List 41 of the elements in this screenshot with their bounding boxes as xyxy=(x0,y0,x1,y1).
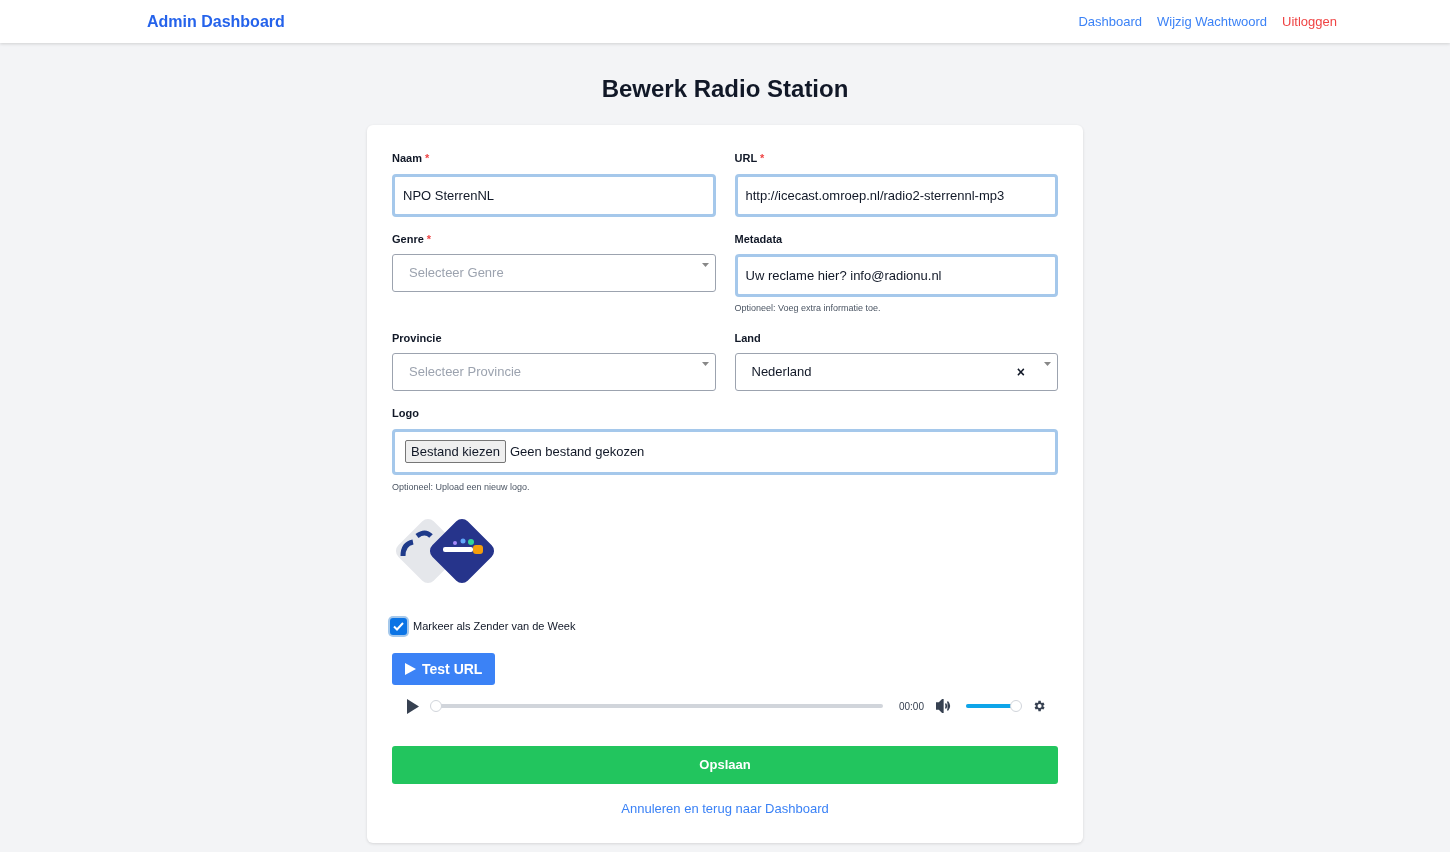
help-text: Optioneel: Upload een nieuw logo. xyxy=(392,480,531,494)
checkmark-icon xyxy=(393,622,404,631)
nav-link[interactable]: Uitloggen xyxy=(1282,11,1337,32)
select-field[interactable]: Selecteer Provincie xyxy=(392,353,716,391)
field-label: Naam xyxy=(392,151,422,166)
nav-link[interactable]: Wijzig Wachtwoord xyxy=(1157,11,1268,32)
test-url-button[interactable]: Test URL xyxy=(392,653,496,685)
time-display: 00:00 xyxy=(898,699,924,714)
help-text: Optioneel: Voeg extra informatie toe. xyxy=(734,302,882,315)
required-mark: * xyxy=(760,151,765,166)
text-field[interactable]: Uw reclame hier? info@radionu.nl xyxy=(734,254,1058,297)
cancel-link[interactable]: Annuleren en terug naar Dashboard xyxy=(621,799,829,819)
checkbox-label: Markeer als Zender van de Week xyxy=(413,619,576,635)
caret-icon xyxy=(701,263,709,267)
required-mark: * xyxy=(426,231,432,247)
select-field[interactable]: Selecteer Genre xyxy=(392,254,716,292)
brand-title: Admin Dashboard xyxy=(147,11,285,32)
slider-thumb[interactable] xyxy=(430,700,442,712)
field-label: Logo xyxy=(392,406,420,421)
play-icon xyxy=(405,663,416,675)
caret-icon xyxy=(701,362,709,366)
field-label: Land xyxy=(734,330,761,346)
field-label: URL xyxy=(734,151,758,166)
required-mark: * xyxy=(424,151,430,166)
field-label: Metadata xyxy=(734,231,783,247)
clear-button[interactable]: × xyxy=(1016,361,1025,383)
text-field[interactable]: http://icecast.omroep.nl/radio2-sterrennl-mp3 xyxy=(734,173,1058,217)
volume-icon[interactable] xyxy=(936,699,952,713)
slider-thumb[interactable] xyxy=(1010,700,1022,712)
select-field[interactable]: Nederland × xyxy=(734,353,1058,391)
caret-icon xyxy=(1044,362,1051,366)
play-icon[interactable] xyxy=(406,698,420,714)
settings-icon[interactable] xyxy=(1032,699,1046,713)
text-field[interactable]: NPO SterrenNL xyxy=(392,173,716,217)
page-title: Bewerk Radio Station xyxy=(601,74,849,104)
field-label: Provincie xyxy=(392,330,442,346)
checkbox[interactable] xyxy=(390,618,407,635)
save-button[interactable]: Opslaan xyxy=(392,746,1058,784)
file-input[interactable]: Bestand kiezen Geen bestand gekozen xyxy=(392,428,1058,475)
nav-link[interactable]: Dashboard xyxy=(1078,11,1142,32)
field-label: Genre xyxy=(392,231,424,247)
